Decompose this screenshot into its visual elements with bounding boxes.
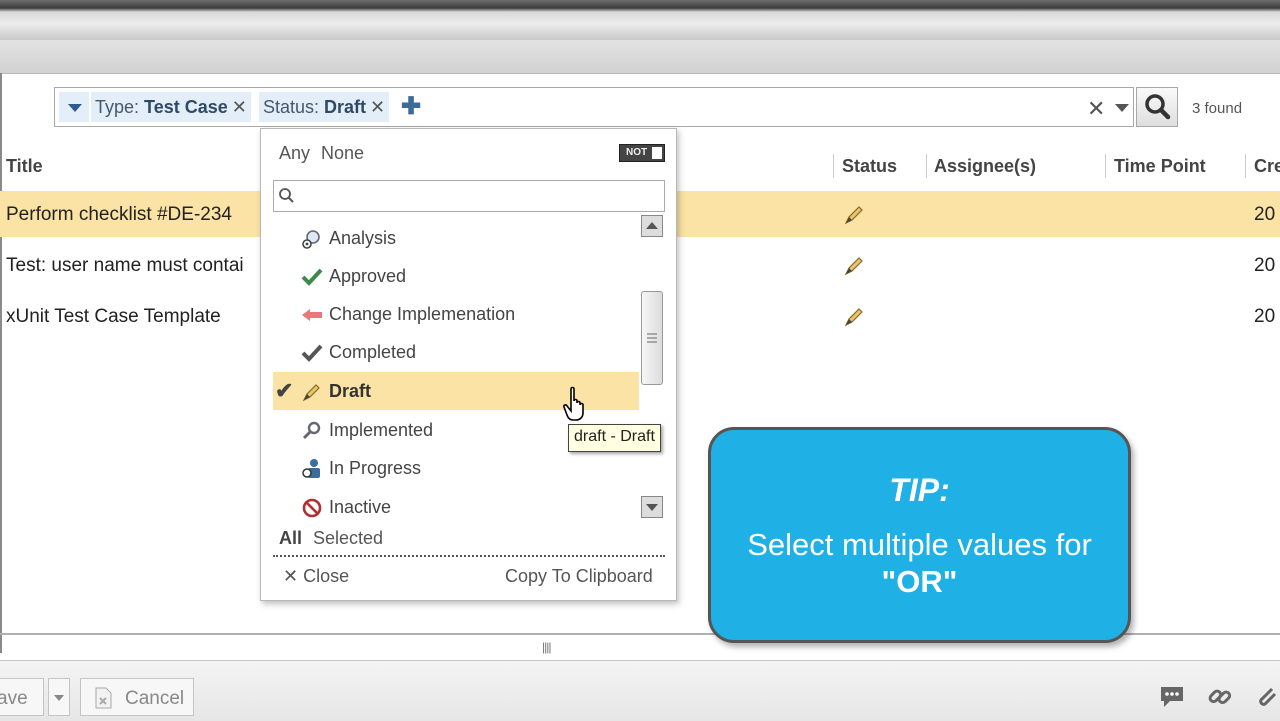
selected-check-icon: ✔ (275, 378, 294, 403)
prohibited-icon (301, 497, 323, 519)
checkmark-icon (301, 342, 323, 364)
column-divider[interactable] (833, 154, 834, 178)
option-label: Change Implemenation (329, 304, 516, 324)
option-change-implementation[interactable]: Change Implemenation (273, 295, 639, 333)
copy-to-clipboard-button[interactable]: Copy To Clipboard (505, 566, 653, 587)
window-top-bar (0, 0, 1280, 40)
hand-cursor-icon (563, 386, 584, 421)
close-button-label: Close (303, 566, 350, 586)
column-header-title[interactable]: Title (6, 156, 43, 177)
filter-chip-status-label: Status: (263, 96, 320, 117)
toolbar-strip (0, 40, 1280, 74)
splitter-grip-icon[interactable]: |||| (542, 640, 552, 654)
select-any-link[interactable]: Any (279, 143, 310, 164)
tip-emphasis: "OR" (881, 564, 958, 599)
draft-status-icon (842, 305, 866, 335)
remove-status-filter-icon[interactable]: ✕ (370, 97, 385, 118)
cancel-document-icon (95, 687, 112, 709)
select-none-link[interactable]: None (321, 143, 364, 164)
comments-icon[interactable] (1158, 684, 1186, 715)
tip-heading: TIP: (889, 472, 950, 508)
option-label: Draft (329, 381, 372, 401)
attachment-icon[interactable] (1254, 684, 1280, 715)
option-approved[interactable]: Approved (273, 257, 639, 295)
filter-chip-status[interactable]: Status: Draft ✕ (259, 92, 390, 122)
filter-chip-type-value: Test Case (144, 96, 228, 117)
column-divider[interactable] (926, 154, 927, 178)
wrench-icon (301, 420, 323, 442)
save-button[interactable]: ave (0, 678, 44, 716)
filter-chip-status-value: Draft (324, 96, 367, 117)
cancel-button[interactable]: Cancel (80, 678, 194, 716)
option-label: Analysis (329, 228, 397, 248)
clear-filters-icon[interactable]: ✕ (1087, 96, 1105, 122)
row-title: xUnit Test Case Template (6, 306, 221, 327)
not-toggle-label: NOT (626, 147, 648, 158)
option-list[interactable]: Analysis Approved Change Implemenation C… (273, 215, 665, 531)
column-divider[interactable] (1245, 154, 1246, 178)
filter-chip-type-label: Type: (95, 96, 140, 117)
remove-type-filter-icon[interactable]: ✕ (232, 97, 247, 118)
filter-bar[interactable]: Type: Test Case ✕ Status: Draft ✕ ✚ ✕ (54, 87, 1134, 127)
scroll-down-button[interactable] (641, 496, 663, 518)
option-label: Approved (329, 266, 407, 286)
not-toggle[interactable]: NOT (619, 144, 665, 162)
option-in-progress[interactable]: In Progress (273, 449, 639, 487)
close-button[interactable]: ✕ Close (283, 566, 349, 587)
tip-text: Select multiple values for (747, 527, 1092, 562)
back-arrow-icon (301, 304, 323, 326)
option-tooltip: draft - Draft (568, 424, 661, 452)
scrollbar-thumb[interactable] (641, 291, 663, 385)
draft-status-icon (842, 203, 866, 233)
column-header-status[interactable]: Status (842, 156, 897, 177)
draft-status-icon (842, 254, 866, 284)
option-inactive[interactable]: Inactive (273, 488, 639, 526)
checkmark-icon (301, 266, 323, 288)
option-completed[interactable]: Completed (273, 333, 639, 371)
row-created: 20 (1254, 306, 1276, 327)
search-button[interactable] (1136, 87, 1178, 127)
add-filter-icon[interactable]: ✚ (401, 94, 421, 120)
search-icon (1145, 94, 1171, 120)
option-analysis[interactable]: Analysis (273, 219, 639, 257)
show-selected-link[interactable]: Selected (313, 528, 383, 549)
results-count: 3 found (1192, 100, 1243, 117)
link-icon[interactable] (1206, 684, 1234, 715)
column-divider[interactable] (1105, 154, 1106, 178)
column-header-created[interactable]: Cre (1254, 156, 1280, 177)
save-options-dropdown[interactable] (48, 678, 70, 716)
save-button-label: ave (0, 688, 28, 709)
close-icon: ✕ (283, 566, 299, 586)
analysis-icon (301, 228, 323, 250)
filter-menu-toggle[interactable] (59, 92, 89, 122)
arrow-down-icon (646, 504, 658, 511)
option-search-input[interactable] (273, 180, 665, 212)
option-label: Implemented (329, 420, 434, 440)
column-header-assignees[interactable]: Assignee(s) (934, 156, 1036, 177)
row-created: 20 (1254, 204, 1276, 225)
scroll-up-button[interactable] (641, 215, 663, 237)
pencil-icon (301, 381, 323, 403)
row-title: Test: user name must contai (6, 255, 244, 276)
tip-callout: TIP: Select multiple values for "OR" (708, 427, 1131, 643)
show-all-link[interactable]: All (279, 528, 302, 549)
panel-divider (273, 555, 665, 557)
filter-history-dropdown-icon[interactable] (1115, 104, 1129, 112)
grip-icon (647, 333, 657, 343)
person-working-icon (301, 458, 323, 480)
search-icon (279, 188, 294, 203)
option-label: Completed (329, 342, 417, 362)
column-header-time-point[interactable]: Time Point (1114, 156, 1206, 177)
status-filter-dropdown[interactable]: Any None NOT Analysis Approved Change Im… (260, 128, 677, 601)
arrow-up-icon (646, 222, 658, 229)
row-created: 20 (1254, 255, 1276, 276)
row-title: Perform checklist #DE-234 (6, 204, 232, 225)
cancel-button-label: Cancel (125, 688, 185, 709)
filter-chip-type[interactable]: Type: Test Case ✕ (91, 92, 251, 122)
option-label: Inactive (329, 497, 392, 517)
option-label: In Progress (329, 458, 422, 478)
